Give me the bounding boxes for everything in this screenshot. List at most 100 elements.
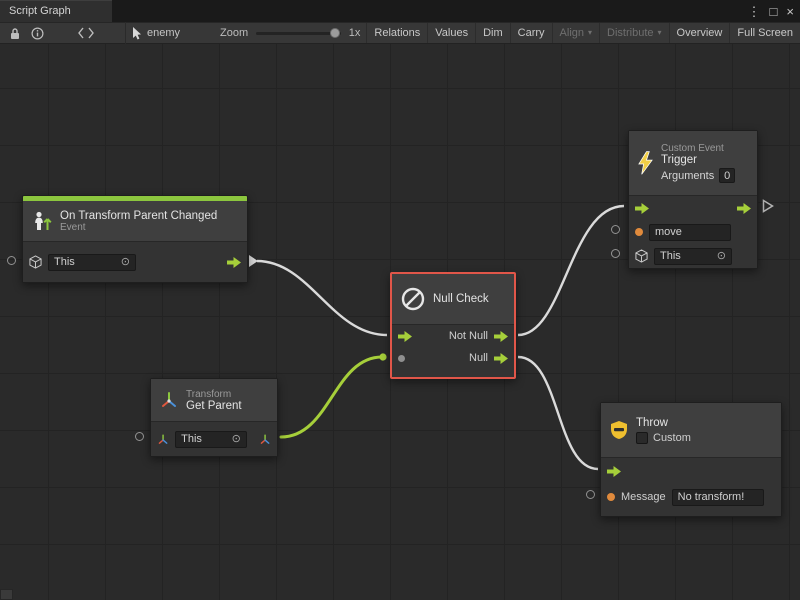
tab-bar: Script Graph ⋮ □ ×: [0, 0, 800, 22]
string-port[interactable]: [607, 493, 615, 501]
target-picker-icon[interactable]: ⊙: [717, 251, 726, 262]
target-picker-icon[interactable]: ⊙: [121, 257, 130, 268]
flow-out-arrow-icon[interactable]: [227, 257, 241, 268]
event-name-field[interactable]: move: [649, 224, 731, 241]
wire-event-to-nullcheck[interactable]: [257, 261, 387, 335]
graph-toolbar: enemy Zoom 1x Relations Values Dim Carry…: [0, 22, 800, 44]
wire-null-to-throw[interactable]: [518, 357, 598, 469]
target-row: This ⊙: [23, 242, 247, 282]
trigger-target-port[interactable]: [611, 249, 620, 258]
lock-icon: [9, 27, 21, 40]
relations-button[interactable]: Relations: [366, 23, 427, 43]
graph-name: enemy: [147, 27, 180, 39]
dim-button[interactable]: Dim: [475, 23, 510, 43]
info-icon: [31, 27, 44, 40]
graph-canvas[interactable]: On Transform Parent Changed Event This ⊙: [0, 44, 800, 600]
lock-button[interactable]: [4, 23, 26, 43]
node-title: Null Check: [433, 293, 489, 305]
target-row: This ⊙: [629, 244, 757, 268]
wire-endpoint-dot: [379, 353, 386, 360]
flow-in-arrow-icon[interactable]: [607, 466, 621, 477]
chevron-down-icon: ▾: [658, 29, 662, 37]
maximize-icon[interactable]: □: [770, 5, 778, 18]
null-row: Null: [392, 347, 514, 369]
menu-icon[interactable]: ⋮: [748, 5, 761, 18]
node-trigger-custom-event[interactable]: Custom Event Trigger Arguments 0: [628, 130, 758, 269]
flow-in-arrow-icon[interactable]: [398, 331, 412, 342]
node-throw[interactable]: Throw Custom Message No: [600, 402, 782, 517]
node-category: Transform: [186, 389, 242, 400]
graph-breadcrumb[interactable]: enemy: [126, 23, 186, 43]
scrollbar-corner[interactable]: [0, 589, 13, 600]
not-null-row: Not Null: [392, 325, 514, 347]
trigger-flow-out-port[interactable]: [762, 199, 774, 213]
node-title: Trigger: [661, 154, 735, 166]
message-row: Message No transform!: [601, 484, 781, 510]
wire-notnull-to-trigger[interactable]: [518, 206, 624, 335]
zoom-label: Zoom: [220, 27, 248, 39]
node-title: On Transform Parent Changed: [60, 210, 217, 222]
node-on-transform-parent-changed[interactable]: On Transform Parent Changed Event This ⊙: [22, 195, 248, 283]
node-header[interactable]: On Transform Parent Changed Event: [23, 201, 247, 241]
throw-icon: [609, 420, 629, 440]
align-button[interactable]: Align▾: [552, 23, 599, 43]
not-null-out-arrow-icon[interactable]: [494, 331, 508, 342]
target-picker-icon[interactable]: ⊙: [232, 434, 241, 445]
code-view-button[interactable]: [73, 23, 99, 43]
message-field[interactable]: No transform!: [672, 489, 764, 506]
getparent-target-port[interactable]: [135, 432, 144, 441]
values-button[interactable]: Values: [427, 23, 475, 43]
event-target-port[interactable]: [7, 256, 16, 265]
node-header[interactable]: Transform Get Parent: [151, 379, 277, 421]
node-header[interactable]: Throw Custom: [601, 403, 781, 457]
chevron-down-icon: ▾: [588, 29, 592, 37]
target-row: This ⊙: [151, 422, 277, 456]
toolbar-buttons: Relations Values Dim Carry Align▾ Distri…: [366, 23, 800, 43]
arguments-count-field[interactable]: 0: [719, 168, 735, 183]
not-null-label: Not Null: [449, 330, 488, 342]
flow-out-arrow-icon[interactable]: [737, 203, 751, 214]
throw-message-port[interactable]: [586, 490, 595, 499]
null-check-icon: [400, 286, 426, 312]
graph-pointer-icon: [132, 27, 142, 40]
value-in-port[interactable]: [398, 355, 405, 362]
window-controls: ⋮ □ ×: [748, 0, 794, 22]
fullscreen-button[interactable]: Full Screen: [729, 23, 800, 43]
gameobject-cube-icon: [635, 249, 648, 263]
transform-type-icon: [157, 433, 169, 446]
string-port[interactable]: [635, 228, 643, 236]
node-header[interactable]: Null Check: [392, 274, 514, 324]
target-field[interactable]: This ⊙: [654, 248, 732, 265]
custom-checkbox[interactable]: [636, 432, 648, 444]
node-category: Custom Event: [661, 143, 735, 154]
event-name-row: move: [629, 220, 757, 244]
tab-title: Script Graph: [9, 5, 71, 17]
flow-row: [629, 196, 757, 220]
node-header[interactable]: Custom Event Trigger Arguments 0: [629, 131, 757, 195]
wire-getparent-to-nullcheck[interactable]: [281, 357, 382, 437]
null-label: Null: [469, 352, 488, 364]
node-subtitle: Event: [60, 222, 217, 233]
target-field[interactable]: This ⊙: [48, 254, 136, 271]
event-flow-out-port[interactable]: [249, 255, 258, 267]
node-get-parent[interactable]: Transform Get Parent This ⊙: [150, 378, 278, 457]
node-null-check[interactable]: Null Check Not Null Null: [390, 272, 516, 379]
custom-event-icon: [637, 151, 654, 175]
trigger-name-port[interactable]: [611, 225, 620, 234]
zoom-slider[interactable]: [256, 32, 341, 35]
transform-out-port-icon[interactable]: [259, 433, 271, 446]
carry-button[interactable]: Carry: [510, 23, 552, 43]
tab-script-graph[interactable]: Script Graph: [0, 0, 112, 22]
distribute-button[interactable]: Distribute▾: [599, 23, 668, 43]
target-field[interactable]: This ⊙: [175, 431, 247, 448]
overview-button[interactable]: Overview: [669, 23, 730, 43]
message-label: Message: [621, 491, 666, 503]
info-button[interactable]: [26, 23, 49, 43]
transform-icon: [159, 390, 179, 410]
zoom-slider-knob[interactable]: [330, 28, 340, 38]
close-icon[interactable]: ×: [786, 5, 794, 18]
flow-in-arrow-icon[interactable]: [635, 203, 649, 214]
null-out-arrow-icon[interactable]: [494, 353, 508, 364]
arguments-label: Arguments: [661, 170, 714, 182]
zoom-value: 1x: [349, 27, 361, 39]
